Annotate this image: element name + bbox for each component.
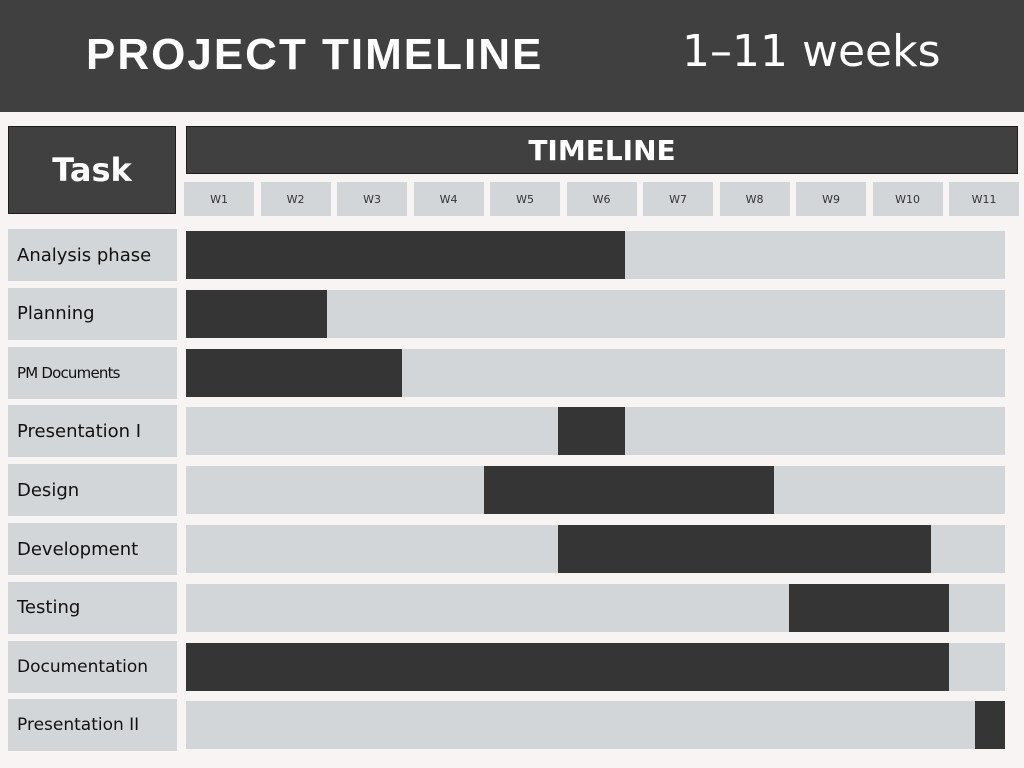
task-bar xyxy=(789,583,950,632)
week-label-w8: W8 xyxy=(719,182,790,216)
timeline-track xyxy=(186,525,1005,573)
task-column-header: Task xyxy=(8,126,176,214)
week-label-w7: W7 xyxy=(643,182,713,216)
timeline-track xyxy=(186,466,1005,515)
title-banner: PROJECT TIMELINE 1–11 weeks xyxy=(0,0,1024,112)
week-label-w11: W11 xyxy=(949,182,1019,216)
week-label-w1: W1 xyxy=(184,182,254,216)
timeline-track xyxy=(186,231,1005,279)
task-bar xyxy=(186,642,950,691)
timeline-track xyxy=(186,348,1005,397)
timeline-header: TIMELINE xyxy=(186,126,1018,174)
chart-subtitle: 1–11 weeks xyxy=(682,26,941,77)
task-label: Testing xyxy=(8,581,177,634)
timeline-track xyxy=(186,583,1005,632)
week-label-w5: W5 xyxy=(490,182,560,216)
week-label-w3: W3 xyxy=(337,182,407,216)
timeline-track xyxy=(186,701,1005,750)
task-bar xyxy=(483,466,775,515)
task-bar xyxy=(975,701,1005,750)
task-bar xyxy=(186,348,402,397)
task-bar xyxy=(558,525,931,573)
week-label-w10: W10 xyxy=(872,182,943,216)
chart-title: PROJECT TIMELINE xyxy=(86,30,544,79)
task-label: Presentation I xyxy=(8,405,177,458)
task-label: Design xyxy=(8,464,177,517)
timeline-track xyxy=(186,407,1005,456)
task-label: Documentation xyxy=(8,640,177,693)
task-label: PM Documents xyxy=(8,346,177,399)
task-label: Presentation II xyxy=(8,699,177,752)
task-bar xyxy=(186,231,626,279)
task-bar xyxy=(558,407,626,456)
timeline-track xyxy=(186,642,1005,691)
task-label: Planning xyxy=(8,287,177,340)
timeline-track xyxy=(186,289,1005,338)
task-label: Analysis phase xyxy=(8,229,177,281)
task-label: Development xyxy=(8,523,177,575)
week-label-w9: W9 xyxy=(796,182,866,216)
week-label-w2: W2 xyxy=(260,182,331,216)
task-bar xyxy=(186,289,328,338)
week-label-w6: W6 xyxy=(566,182,637,216)
week-label-w4: W4 xyxy=(413,182,484,216)
